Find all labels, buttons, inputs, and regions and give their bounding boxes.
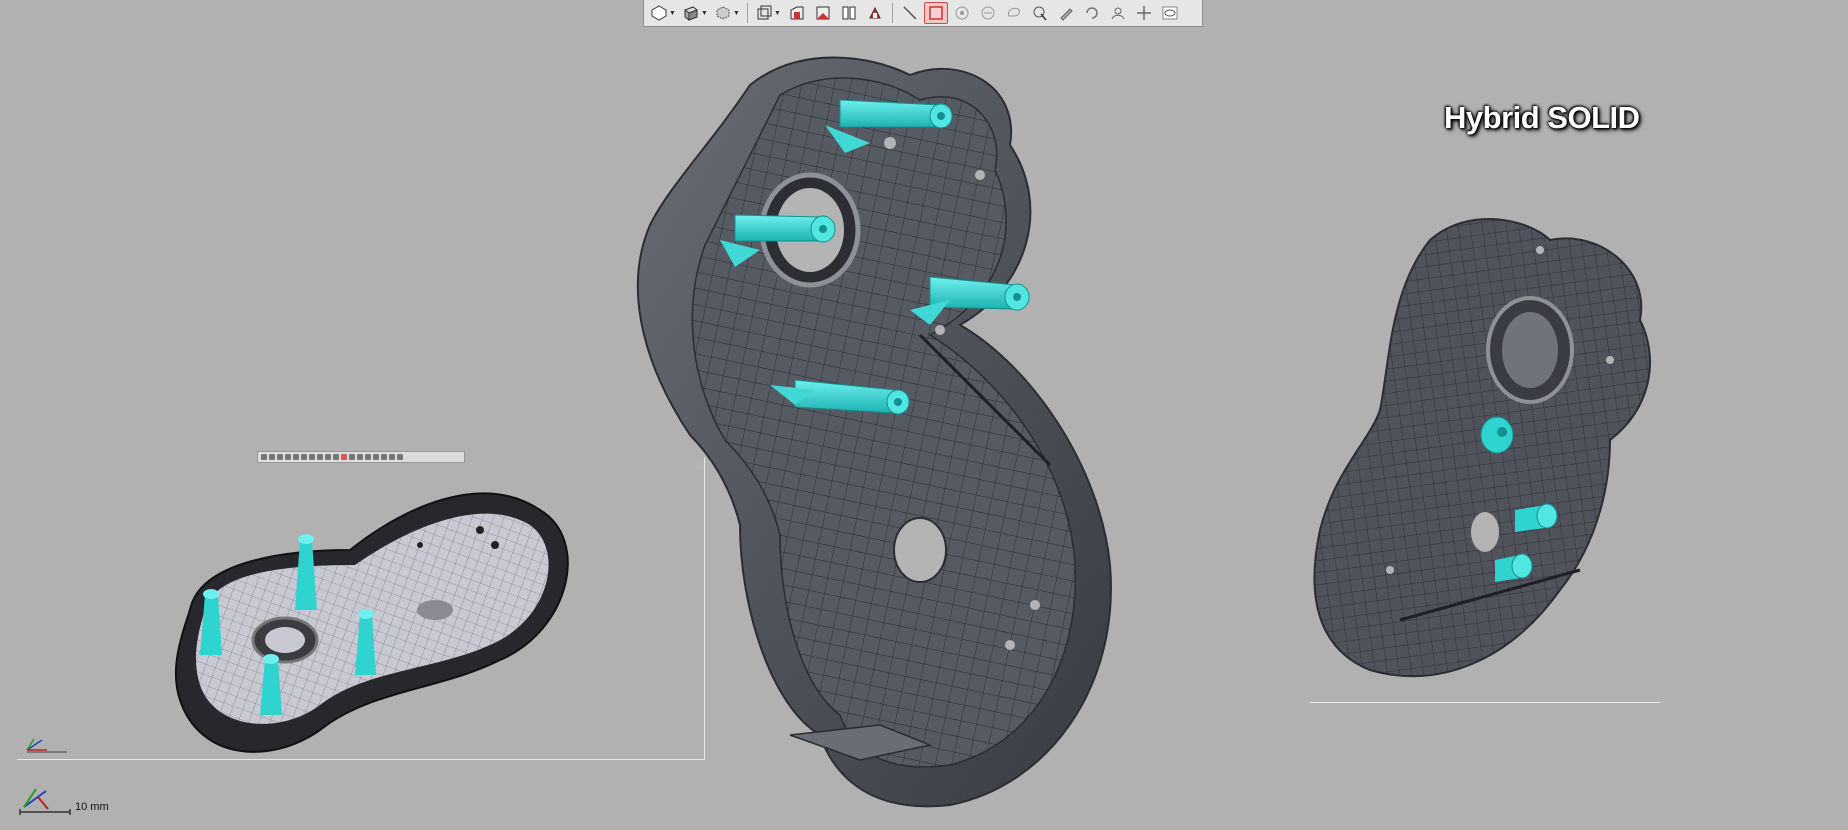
view-front-button[interactable] bbox=[785, 2, 809, 24]
display-style-button[interactable]: ▼ bbox=[680, 2, 710, 24]
zoom-to-fit-icon bbox=[869, 6, 881, 19]
toolbar-separator bbox=[892, 3, 893, 23]
toolbar-separator bbox=[747, 3, 748, 23]
inset-boss-2 bbox=[295, 534, 317, 610]
pick-point-button[interactable] bbox=[950, 2, 974, 24]
pan-icon bbox=[1111, 7, 1125, 20]
right-baseline bbox=[1310, 702, 1660, 703]
box-select-button[interactable] bbox=[924, 2, 948, 24]
pick-edge-icon bbox=[981, 6, 995, 20]
coordinate-triad-icon bbox=[19, 788, 71, 815]
view-orientation-button[interactable]: ▼ bbox=[648, 2, 678, 24]
edit-button[interactable] bbox=[1054, 2, 1078, 24]
right-model-view[interactable] bbox=[1310, 210, 1670, 700]
right-boss-1 bbox=[1480, 416, 1514, 454]
box-select-icon bbox=[929, 6, 943, 20]
scale-bar-label: 10 mm bbox=[75, 801, 109, 813]
display-style-icon bbox=[684, 6, 699, 21]
view-toolbar: ▼ ▼ ▼ ▼ bbox=[643, 0, 1203, 27]
section-view-icon bbox=[757, 5, 772, 20]
measure-button[interactable] bbox=[898, 2, 922, 24]
inset-toolbar[interactable] bbox=[257, 451, 465, 463]
split-view-icon bbox=[842, 6, 856, 20]
zoom-to-fit-button[interactable] bbox=[863, 2, 887, 24]
hybrid-solid-label: Hybrid SOLID bbox=[1444, 100, 1640, 135]
pick-point-icon bbox=[955, 6, 969, 20]
visibility-button[interactable] bbox=[1158, 2, 1182, 24]
hide-show-button[interactable]: ▼ bbox=[712, 2, 742, 24]
view-front-icon bbox=[790, 6, 804, 20]
view-side-icon bbox=[816, 6, 830, 20]
pick-edge-button[interactable] bbox=[976, 2, 1000, 24]
pan-button[interactable] bbox=[1106, 2, 1130, 24]
zoom-button[interactable] bbox=[1132, 2, 1156, 24]
rotate-button[interactable] bbox=[1080, 2, 1104, 24]
visibility-icon bbox=[1162, 6, 1178, 20]
edit-icon bbox=[1060, 8, 1073, 21]
inset-model-view[interactable] bbox=[170, 470, 580, 760]
hide-show-icon bbox=[716, 6, 730, 20]
select-tool-icon bbox=[1033, 6, 1047, 21]
lasso-icon bbox=[1008, 7, 1020, 17]
lasso-button[interactable] bbox=[1002, 2, 1026, 24]
view-side-button[interactable] bbox=[811, 2, 835, 24]
select-tool-button[interactable] bbox=[1028, 2, 1052, 24]
rotate-icon bbox=[1086, 7, 1098, 19]
section-view-button[interactable]: ▼ bbox=[753, 2, 783, 24]
view-orientation-icon bbox=[651, 5, 667, 21]
main-model-view[interactable] bbox=[630, 45, 1190, 815]
inset-triad-icon bbox=[26, 738, 67, 753]
split-view-button[interactable] bbox=[837, 2, 861, 24]
measure-icon bbox=[903, 6, 917, 20]
zoom-icon bbox=[1137, 6, 1151, 20]
lower-hole bbox=[893, 517, 947, 583]
